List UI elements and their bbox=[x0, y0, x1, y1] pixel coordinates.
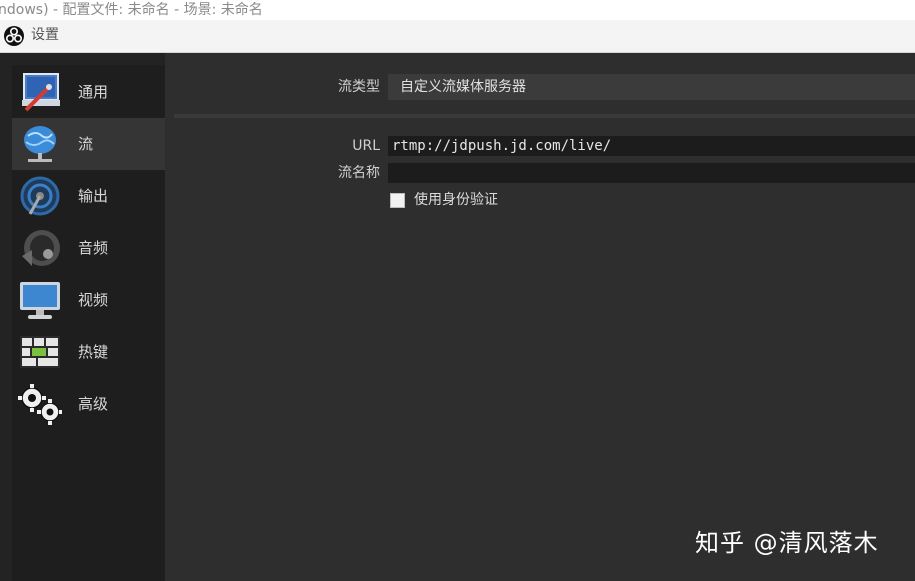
advanced-gears-icon bbox=[18, 382, 62, 426]
audio-speaker-icon bbox=[18, 226, 62, 270]
stream-key-label: 流名称 bbox=[338, 165, 380, 181]
section-divider bbox=[174, 114, 915, 118]
sidebar-item-hotkeys[interactable]: 热键 bbox=[12, 326, 165, 378]
sidebar-item-label: 高级 bbox=[78, 395, 109, 413]
stream-type-select[interactable]: 自定义流媒体服务器 bbox=[388, 74, 915, 100]
sidebar-item-video[interactable]: 视频 bbox=[12, 274, 165, 326]
stream-key-input[interactable] bbox=[388, 163, 915, 183]
sidebar-item-label: 热键 bbox=[78, 343, 109, 361]
sidebar-item-stream[interactable]: 流 bbox=[12, 118, 165, 170]
dialog-title: 设置 bbox=[31, 27, 59, 43]
general-icon bbox=[18, 70, 62, 114]
output-icon bbox=[18, 174, 62, 218]
stream-globe-icon bbox=[18, 122, 62, 166]
parent-window-title: ndows) - 配置文件: 未命名 - 场景: 未命名 bbox=[0, 2, 263, 18]
sidebar-item-label: 输出 bbox=[78, 187, 109, 205]
settings-sidebar: 通用 流 输出 音频 视频 热键 高级 bbox=[12, 65, 165, 581]
sidebar-item-advanced[interactable]: 高级 bbox=[12, 378, 165, 430]
stream-settings-panel bbox=[165, 53, 915, 581]
sidebar-item-label: 通用 bbox=[78, 83, 109, 101]
sidebar-item-label: 流 bbox=[78, 135, 94, 153]
settings-dialog-caption: 设置 bbox=[0, 20, 915, 53]
parent-window-title-bar: ndows) - 配置文件: 未命名 - 场景: 未命名 bbox=[0, 0, 915, 20]
sidebar-item-audio[interactable]: 音频 bbox=[12, 222, 165, 274]
use-auth-checkbox[interactable] bbox=[390, 193, 405, 208]
sidebar-item-label: 视频 bbox=[78, 291, 109, 309]
hotkeys-keyboard-icon bbox=[18, 330, 62, 374]
obs-logo-icon bbox=[4, 26, 24, 46]
sidebar-item-label: 音频 bbox=[78, 239, 109, 257]
stream-type-label: 流类型 bbox=[338, 79, 380, 95]
sidebar-item-general[interactable]: 通用 bbox=[12, 66, 165, 118]
use-auth-label: 使用身份验证 bbox=[414, 192, 498, 208]
video-monitor-icon bbox=[18, 278, 62, 322]
watermark-text: 知乎 @清风落木 bbox=[695, 529, 879, 557]
url-input[interactable]: rtmp://jdpush.jd.com/live/ bbox=[388, 136, 915, 156]
sidebar-item-output[interactable]: 输出 bbox=[12, 170, 165, 222]
url-label: URL bbox=[352, 138, 380, 154]
